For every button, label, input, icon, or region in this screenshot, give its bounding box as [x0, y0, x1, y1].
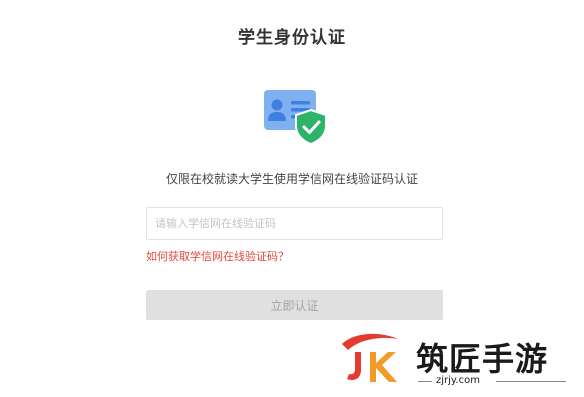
shield-check-icon — [295, 108, 327, 146]
watermark: 筑匠手游 zjrjy.com — [336, 330, 576, 390]
watermark-brand-name: 筑匠手游 — [416, 340, 549, 378]
how-to-get-code-link[interactable]: 如何获取学信网在线验证码？ — [146, 248, 289, 264]
watermark-rule-left — [418, 381, 432, 382]
student-id-verified-icon — [264, 90, 327, 146]
verification-code-input[interactable] — [146, 207, 443, 240]
watermark-rule-right — [496, 381, 566, 382]
watermark-url: zjrjy.com — [436, 375, 480, 386]
page-title: 学生身份认证 — [238, 28, 346, 48]
verify-now-button[interactable]: 立即认证 — [146, 290, 443, 320]
eligibility-description: 仅限在校就读大学生使用学信网在线验证码认证 — [165, 172, 418, 186]
watermark-logo — [342, 333, 398, 382]
